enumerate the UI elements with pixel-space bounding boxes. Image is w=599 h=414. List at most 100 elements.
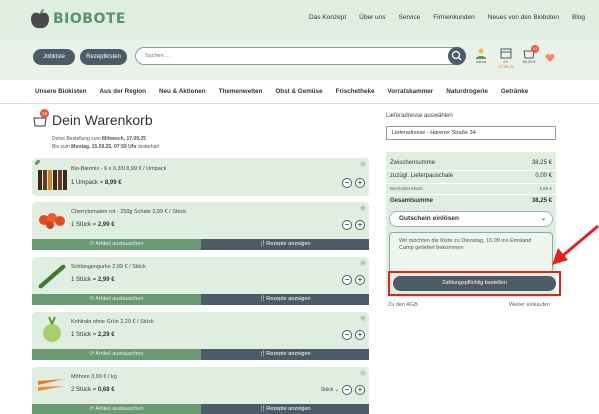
category-naturdrogerie[interactable]: Naturdrogerie: [446, 88, 488, 95]
remove-icon[interactable]: ×: [360, 315, 366, 321]
exchange-item-button[interactable]: ⟳ Artikel austauschen: [32, 239, 201, 250]
delivery-fee-row: zuzügl. Lieferpauschale 0,00 €: [390, 173, 552, 179]
remove-icon[interactable]: ×: [360, 370, 366, 376]
qty-text: 1 Stück: [71, 332, 92, 338]
item-quantity: 1 Umpack = 8,99 €: [71, 180, 122, 186]
unit-select[interactable]: Stück ⌄: [321, 387, 339, 393]
cucumber-image: [38, 264, 66, 289]
item-name: Kohlrabi ohne Grün 2,29 € / Stück: [71, 319, 154, 325]
show-recipes-button[interactable]: 🍴Rezepte anzeigen: [201, 294, 369, 305]
qty-text: 1 Umpack: [71, 180, 99, 186]
qty-text: 2 Stück: [71, 387, 92, 393]
tax-row: Beinhaltet MwSt. 5,89 €: [390, 186, 552, 191]
recipes-label: Rezepte anzeigen: [266, 241, 311, 247]
nav-service[interactable]: Service: [399, 14, 421, 21]
decrease-button[interactable]: −: [342, 385, 352, 395]
subtotal-value: 38,25 €: [531, 160, 552, 166]
qty-text: 1 Stück: [71, 277, 92, 283]
category-getraenke[interactable]: Getränke: [501, 88, 528, 95]
leaf-icon: [35, 160, 40, 165]
decrease-button[interactable]: −: [342, 178, 352, 188]
address-select[interactable]: Lieferadresse - Harener Straße 34: [386, 126, 556, 140]
nav-firmenkunden[interactable]: Firmenkunden: [433, 14, 475, 21]
order-button-highlight: Zahlungspflichtig bestellen: [388, 271, 561, 296]
nav-ueber-uns[interactable]: Über uns: [359, 14, 385, 21]
cart-item: Schlangengurke 2,99 € / Stück 1 Stück = …: [32, 257, 369, 305]
item-name: Schlangengurke 2,99 € / Stück: [71, 264, 146, 270]
delivery-fee-value: 0,00 €: [535, 173, 552, 179]
item-name: Cherrytomaten rot - 250g Schale 2,99 € /…: [71, 209, 186, 215]
search-icon: [451, 50, 462, 61]
exchange-label: Artikel austauschen: [95, 296, 144, 302]
top-nav: Das Konzept Über uns Service Firmenkunde…: [309, 14, 585, 21]
increase-button[interactable]: +: [355, 178, 365, 188]
item-quantity: 2 Stück = 0,68 €: [71, 387, 115, 393]
voucher-dropdown[interactable]: Gutschein einlösen ⌄: [389, 211, 553, 227]
item-price: 2,99 €: [97, 277, 115, 283]
rezeptkisten-button[interactable]: Rezeptkisten: [80, 49, 127, 65]
order-comment-field[interactable]: Wir möchten die Kiste zu Dienstag, 16.09…: [389, 232, 553, 273]
increase-button[interactable]: +: [355, 220, 365, 230]
decrease-button[interactable]: −: [342, 275, 352, 285]
decrease-button[interactable]: −: [342, 220, 352, 230]
search-bar: Jobkiste Rezeptkisten Alexa Mi. 17.09.25…: [0, 40, 599, 80]
cherry-tomatoes-image: [39, 213, 65, 229]
exchange-item-button[interactable]: ⟳ Artikel austauschen: [32, 294, 201, 305]
continue-shopping-link[interactable]: Weiter einkaufen: [509, 302, 550, 308]
show-recipes-button[interactable]: 🍴Rezepte anzeigen: [201, 349, 369, 360]
search-input[interactable]: [135, 47, 465, 65]
place-order-button[interactable]: Zahlungspflichtig bestellen: [393, 276, 556, 291]
item-quantity: 1 Stück = 2,99 €: [71, 222, 115, 228]
category-neu-aktionen[interactable]: Neu & Aktionen: [159, 88, 206, 95]
show-recipes-button[interactable]: 🍴Rezepte anzeigen: [201, 404, 369, 414]
increase-button[interactable]: +: [355, 330, 365, 340]
tax-value: 5,89 €: [539, 186, 552, 191]
category-frischetheke[interactable]: Frischetheke: [336, 88, 375, 95]
delivery-date-button[interactable]: Mi. 17.09.25: [496, 47, 516, 69]
exchange-item-button[interactable]: ⟳ Artikel austauschen: [32, 404, 201, 414]
user-icon: [476, 48, 486, 59]
chevron-down-icon: ⌄: [334, 387, 339, 393]
agb-link[interactable]: Zu den AGB: [388, 302, 418, 308]
top-bar: BIOBOTE Das Konzept Über uns Service Fir…: [0, 0, 599, 40]
cart-total: 38,25 €: [522, 59, 536, 64]
nav-neues[interactable]: Neues von den Bioboten: [488, 14, 559, 21]
cart-item: Bio-Biermix - 6 x 0,33l 8,99 € / Umpack …: [32, 158, 369, 196]
exchange-item-button[interactable]: ⟳ Artikel austauschen: [32, 349, 201, 360]
subtotal-row: Zwischensumme 38,25 €: [390, 160, 552, 166]
remove-icon[interactable]: ×: [360, 205, 366, 211]
logo[interactable]: BIOBOTE: [30, 8, 125, 30]
item-name: Möhren 3,99 € / kg: [71, 374, 117, 380]
search-button[interactable]: [448, 47, 466, 65]
cart-badge: 13: [40, 109, 49, 118]
qty-text: 1 Stück: [71, 222, 92, 228]
remove-icon[interactable]: ×: [360, 260, 366, 266]
category-vorratskammer[interactable]: Vorratskammer: [388, 88, 434, 95]
account-button[interactable]: Alexa: [472, 47, 490, 64]
category-themenwelten[interactable]: Themenwelten: [219, 88, 263, 95]
decrease-button[interactable]: −: [342, 330, 352, 340]
category-region[interactable]: Aus der Region: [99, 88, 146, 95]
category-biokisten[interactable]: Unsere Biokisten: [35, 88, 86, 95]
category-nav: Unsere Biokisten Aus der Region Neu & Ak…: [0, 80, 599, 104]
cart-item: Cherrytomaten rot - 250g Schale 2,99 € /…: [32, 202, 369, 250]
category-obst-gemuese[interactable]: Obst & Gemüse: [275, 88, 322, 95]
item-price: 2,99 €: [97, 222, 115, 228]
cart-button[interactable]: 13 38,25 €: [519, 45, 539, 64]
total-row: Gesamtsumme 38,25 €: [390, 198, 552, 204]
item-price: 8,99 €: [104, 180, 122, 186]
remove-icon[interactable]: ×: [360, 161, 366, 167]
item-quantity: 1 Stück = 2,99 €: [71, 277, 115, 283]
subtotal-label: Zwischensumme: [390, 160, 436, 166]
red-arrow-annotation: [552, 224, 599, 265]
jobkiste-button[interactable]: Jobkiste: [33, 49, 75, 65]
show-recipes-button[interactable]: 🍴Rezepte anzeigen: [201, 239, 369, 250]
comment-text: Wir möchten die Kiste zu Dienstag, 16.09…: [399, 238, 532, 251]
delivery-date: Mittwoch, 17.09.25: [102, 136, 146, 142]
increase-button[interactable]: +: [355, 275, 365, 285]
beer-bottles-image: [38, 170, 67, 190]
favorites-button[interactable]: [545, 50, 555, 68]
increase-button[interactable]: +: [355, 385, 365, 395]
nav-blog[interactable]: Blog: [572, 14, 585, 21]
nav-konzept[interactable]: Das Konzept: [309, 14, 346, 21]
